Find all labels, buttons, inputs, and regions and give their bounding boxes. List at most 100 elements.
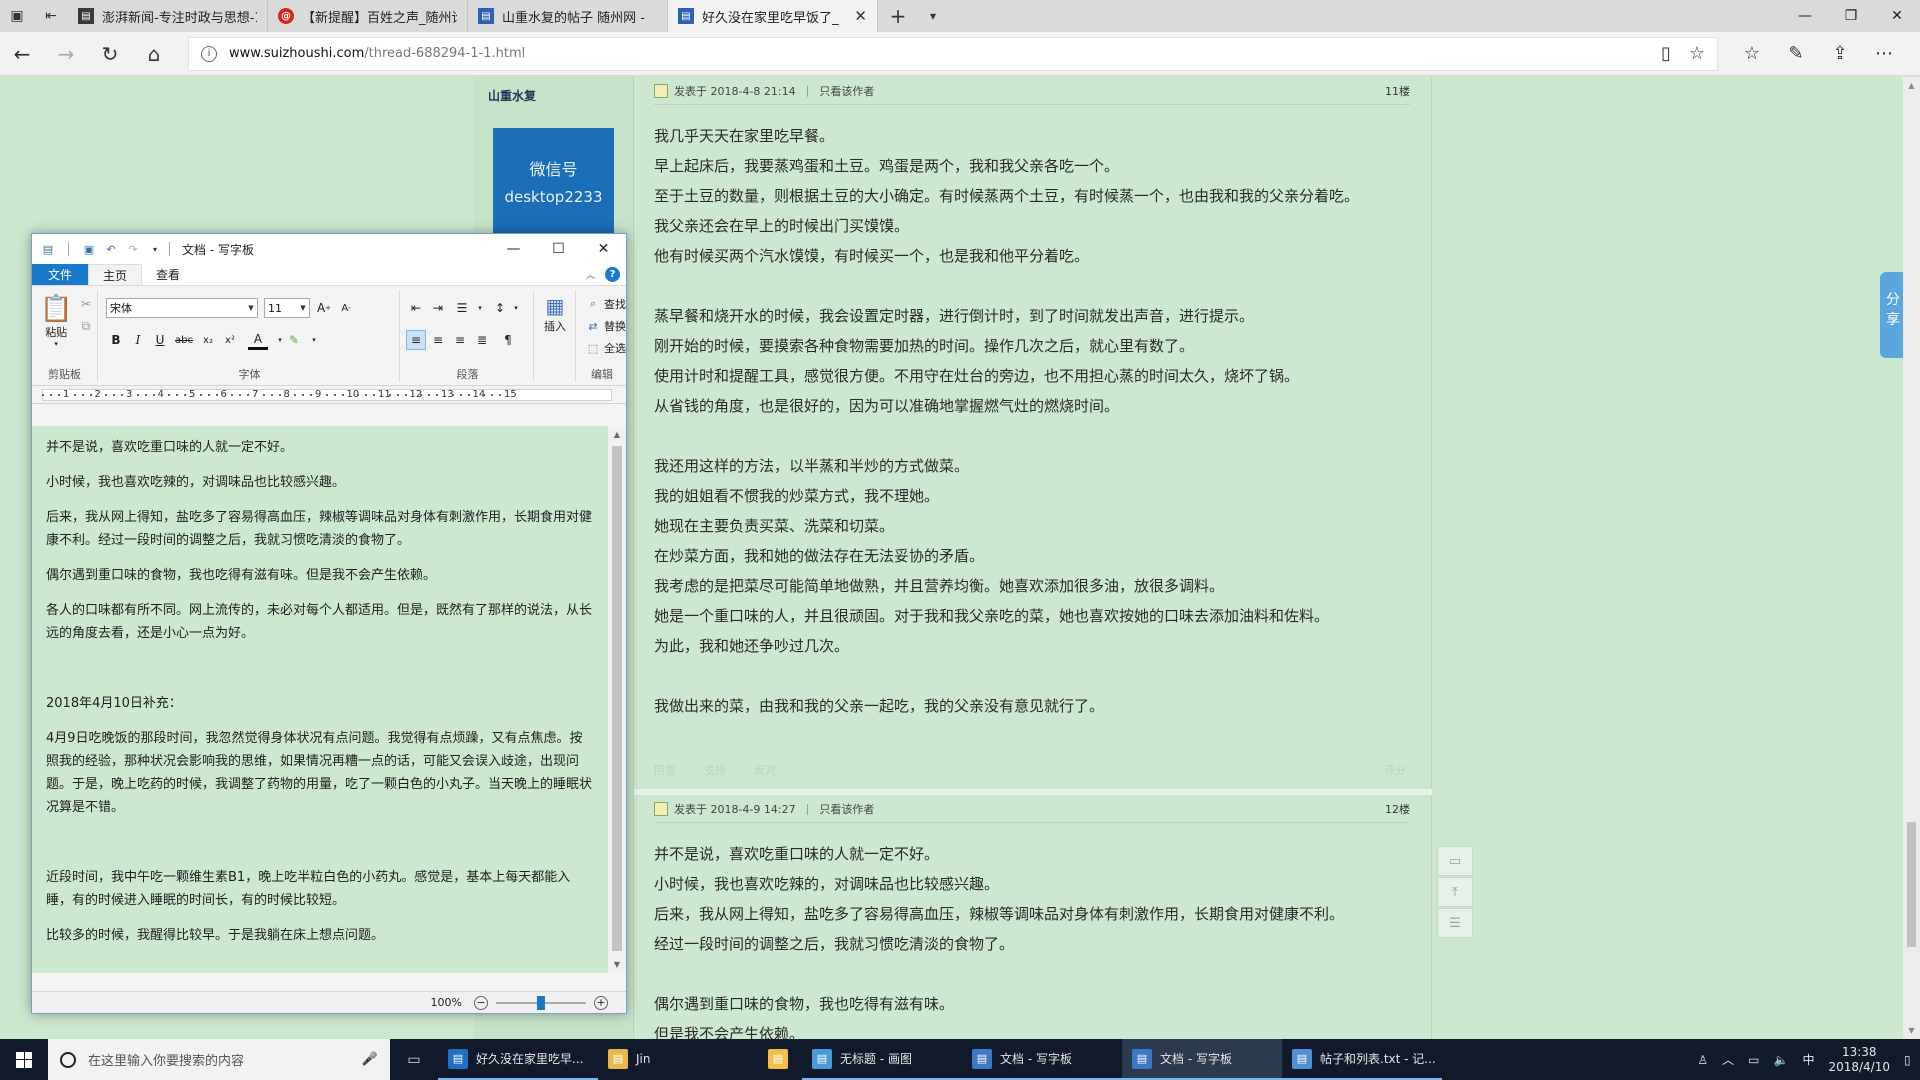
customize-toolbar-chevron-icon[interactable]: ▾ (147, 241, 163, 257)
help-icon[interactable]: ? (605, 267, 620, 282)
scrollbar-thumb[interactable] (612, 446, 622, 951)
zoom-in-icon[interactable]: + (594, 995, 608, 1010)
highlight-icon[interactable]: ✎ (284, 330, 304, 350)
grow-font-icon[interactable]: A + (314, 298, 334, 318)
ruler[interactable]: 1 2 3 4 5 6 7 8 9 10 11 12 13 14 15 (32, 386, 626, 404)
tab-preview-chevron-icon[interactable]: ▾ (918, 0, 948, 32)
bullet-list-icon[interactable]: ☰ (452, 298, 472, 318)
support-button[interactable]: 支持 (704, 762, 726, 778)
superscript-icon[interactable]: x² (220, 330, 240, 350)
redo-icon[interactable]: ↷ (125, 241, 141, 257)
reply-button[interactable]: 回复 (654, 762, 676, 778)
clock[interactable]: 13:38 2018/4/10 (1828, 1045, 1890, 1075)
close-icon[interactable]: ✕ (1874, 0, 1920, 32)
insert-button[interactable]: ▦ 插入 (544, 294, 566, 334)
network-icon[interactable]: ▭ (1748, 1053, 1759, 1067)
reading-view-icon[interactable]: ▯ (1661, 43, 1671, 64)
oppose-button[interactable]: 反对 (754, 762, 776, 778)
scroll-up-icon[interactable]: ▲ (608, 426, 626, 443)
task-view-icon[interactable]: ▭ (390, 1052, 438, 1068)
scroll-up-icon[interactable]: ▲ (1903, 77, 1920, 94)
subscript-icon[interactable]: x₂ (198, 330, 218, 350)
rate-button[interactable]: 评分 (1384, 762, 1406, 778)
author-name[interactable]: 山重水复 (488, 87, 536, 104)
browser-tab-active[interactable]: ▤ 好久没在家里吃早饭了_ ✕ (668, 0, 878, 32)
minimize-icon[interactable]: — (491, 234, 536, 264)
taskbar-app-button[interactable]: ▤ 文档 - 写字板 (1122, 1039, 1282, 1080)
set-aside-tabs-icon[interactable]: ⇤ (34, 0, 68, 32)
taskbar-app-button[interactable]: ▤ 好久没在家里吃早... (438, 1039, 598, 1080)
chevron-down-icon[interactable]: ▾ (506, 298, 526, 318)
only-author-link[interactable]: 只看该作者 (819, 801, 874, 817)
comment-icon[interactable]: ▭ (1437, 846, 1473, 876)
taskbar-search-input[interactable]: 在这里输入你要搜索的内容 🎤 (48, 1039, 390, 1080)
justify-icon[interactable]: ≣ (472, 330, 492, 350)
only-author-link[interactable]: 只看该作者 (819, 83, 874, 99)
show-hidden-icons-chevron-icon[interactable]: ︿ (1722, 1051, 1734, 1068)
document-scrollbar[interactable]: ▲ ▼ (608, 426, 626, 973)
scroll-down-icon[interactable]: ▼ (608, 956, 626, 973)
scrollbar-thumb[interactable] (1907, 822, 1916, 947)
refresh-icon[interactable]: ↻ (88, 32, 132, 76)
select-all-button[interactable]: ⬚ 全选 (586, 340, 626, 356)
chevron-down-icon[interactable]: ▾ (470, 298, 490, 318)
browser-tab[interactable]: ▤ 澎湃新闻-专注时政与思想-1 (68, 0, 268, 32)
paste-button[interactable]: 📋 粘贴 ▾ (40, 294, 72, 348)
browser-tab[interactable]: @ 【新提醒】百姓之声_随州论 (268, 0, 468, 32)
align-left-icon[interactable]: ≡ (406, 330, 426, 350)
page-scrollbar[interactable]: ▲ ▼ (1903, 77, 1920, 1039)
cut-icon[interactable]: ✂ (76, 294, 96, 314)
close-tab-icon[interactable]: ✕ (854, 7, 867, 25)
document-text[interactable]: 并不是说，喜欢吃重口味的人就一定不好。 小时候，我也喜欢吃辣的，对调味品也比较感兴… (32, 426, 608, 947)
more-menu-icon[interactable]: ⋯ (1862, 43, 1906, 64)
back-to-top-icon[interactable]: ⤒ (1437, 877, 1473, 907)
minimize-icon[interactable]: — (1782, 0, 1828, 32)
back-arrow-icon[interactable]: ← (0, 32, 44, 76)
ruler-track[interactable]: 1 2 3 4 5 6 7 8 9 10 11 12 13 14 15 (42, 389, 612, 401)
align-center-icon[interactable]: ≡ (428, 330, 448, 350)
find-button[interactable]: ⌕ 查找 (586, 296, 626, 312)
document-area[interactable]: 并不是说，喜欢吃重口味的人就一定不好。 小时候，我也喜欢吃辣的，对调味品也比较感兴… (32, 426, 608, 973)
list-icon[interactable]: ☰ (1437, 908, 1473, 938)
zoom-out-icon[interactable]: − (474, 995, 488, 1010)
tab-view[interactable]: 查看 (142, 264, 194, 285)
taskbar-app-button[interactable]: ▤ 帖子和列表.txt - 记... (1282, 1039, 1442, 1080)
share-icon[interactable]: ⇪ (1818, 43, 1862, 64)
wordpad-app-icon[interactable]: ▤ (40, 241, 56, 257)
floor-number[interactable]: 12楼 (1385, 801, 1410, 817)
microphone-icon[interactable]: 🎤 (362, 1052, 378, 1067)
text-color-icon[interactable]: A (248, 330, 268, 350)
copy-icon[interactable]: ⧉ (76, 316, 96, 336)
chevron-down-icon[interactable]: ▾ (304, 330, 324, 350)
shrink-font-icon[interactable]: A- (336, 298, 356, 318)
favorite-star-icon[interactable]: ☆ (1689, 43, 1705, 64)
tab-overview-icon[interactable]: ▣ (0, 0, 34, 32)
decrease-indent-icon[interactable]: ⇤ (406, 298, 426, 318)
font-size-select[interactable]: 11 ▼ (264, 298, 310, 318)
start-button[interactable] (0, 1039, 48, 1080)
site-info-icon[interactable]: i (201, 45, 217, 62)
save-icon[interactable]: ▣ (81, 241, 97, 257)
replace-button[interactable]: ⇄ 替换 (586, 318, 626, 334)
underline-icon[interactable]: U (150, 330, 170, 350)
floor-number[interactable]: 11楼 (1385, 83, 1410, 99)
tab-file[interactable]: 文件 (32, 264, 89, 285)
maximize-icon[interactable]: ☐ (536, 234, 581, 264)
paragraph-settings-icon[interactable]: ¶ (498, 330, 518, 350)
increase-indent-icon[interactable]: ⇥ (428, 298, 448, 318)
align-right-icon[interactable]: ≡ (450, 330, 470, 350)
home-icon[interactable]: ⌂ (132, 32, 176, 76)
zoom-slider[interactable] (496, 995, 586, 1010)
undo-icon[interactable]: ↶ (103, 241, 119, 257)
new-tab-button[interactable]: + (878, 0, 918, 32)
taskbar-app-button[interactable]: ▤ 文档 - 写字板 (962, 1039, 1122, 1080)
people-icon[interactable]: ♙ (1697, 1053, 1708, 1067)
forward-arrow-icon[interactable]: → (44, 32, 88, 76)
volume-icon[interactable]: 🔈 (1774, 1053, 1789, 1067)
close-icon[interactable]: ✕ (581, 234, 626, 264)
taskbar-app-button[interactable]: ▤ Jin (598, 1039, 758, 1080)
web-note-pen-icon[interactable]: ✎ (1774, 43, 1818, 64)
zoom-knob[interactable] (537, 995, 545, 1010)
italic-icon[interactable]: I (128, 330, 148, 350)
notifications-icon[interactable]: ▯ (1904, 1053, 1912, 1067)
